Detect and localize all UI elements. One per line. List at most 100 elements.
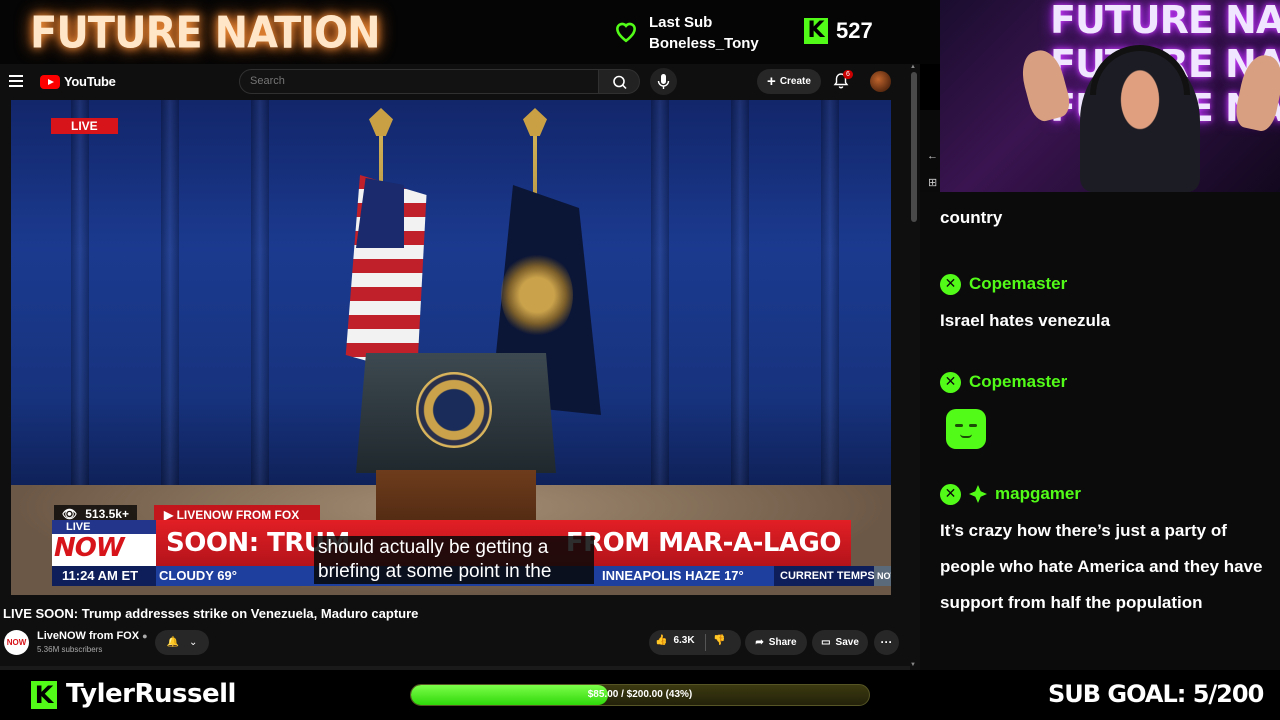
headline-right: FROM MAR-A-LAGO (565, 528, 842, 558)
create-button[interactable]: + Create (757, 69, 821, 94)
x-badge-icon: ✕ (940, 371, 961, 393)
mic-icon (657, 74, 670, 89)
streamer-name: TylerRussell (66, 679, 236, 709)
chat-user-row: ✕ Copemaster (940, 367, 1270, 397)
stream-title-logo: FUTURE NATION (30, 8, 381, 59)
donation-goal-bar: $85.00 / $200.00 (43%) (410, 684, 870, 706)
presidential-flag-seal (501, 250, 573, 340)
presidential-seal (416, 372, 492, 448)
x-badge-icon: ✕ (940, 483, 961, 505)
kick-logo-icon: K (31, 681, 57, 709)
like-dislike-group: 👍 6.3K 👎 (649, 630, 741, 655)
donation-goal-text: $85.00 / $200.00 (43%) (587, 689, 693, 700)
search-icon (613, 75, 627, 90)
channel-name-text: LiveNOW from FOX (37, 630, 140, 642)
last-sub-user: Boneless_Tony (649, 35, 759, 52)
search-button[interactable] (598, 69, 640, 94)
ticker-current-temps: CURRENT TEMPS (774, 566, 881, 586)
like-count: 6.3K (673, 635, 695, 646)
back-arrow-icon[interactable]: ← (927, 150, 938, 162)
chat-message: ✕ Copemaster Israel hates venezula (940, 269, 1270, 339)
share-button[interactable]: ➦ Share (745, 630, 807, 655)
notification-count-badge: 6 (843, 70, 853, 79)
ticker-now-logo: NOW (874, 566, 891, 586)
share-icon: ➦ (755, 637, 764, 648)
youtube-logo[interactable]: YouTube (40, 74, 116, 89)
livenow-now-label: NOW (54, 533, 125, 563)
chat-username[interactable]: mapgamer (995, 484, 1081, 504)
neon-sign-line: FUTURE NATION (1050, 0, 1280, 42)
last-sub-text: Last Sub Boneless_Tony (649, 12, 759, 54)
curtain-fold (161, 100, 179, 500)
chat-user-row: ✕ Copemaster (940, 269, 1270, 299)
curtain-fold (251, 100, 269, 500)
overlay-bottom-bar: K TylerRussell $85.00 / $200.00 (43%) SU… (0, 670, 1280, 720)
scroll-down-arrow[interactable]: ▼ (910, 662, 916, 668)
create-button-label: Create (779, 76, 811, 87)
channel-subscriber-count: 5.36M subscribers (37, 645, 103, 654)
chat-message-text: Israel hates venezula (940, 311, 1111, 330)
grid-icon[interactable]: ⊞ (928, 176, 937, 189)
search-input[interactable] (240, 70, 598, 92)
save-button[interactable]: ▭ Save (812, 630, 868, 655)
chat-user-row: ✕ mapgamer (940, 479, 1270, 509)
livenow-live-label: LIVE (52, 520, 156, 534)
kick-logo-icon: K (804, 18, 828, 44)
share-button-label: Share (768, 637, 797, 648)
webcam-feed: FUTURE NATION FUTURE NATION FUTURE NATIO… (940, 0, 1280, 192)
overlay-top-bar: FUTURE NATION Last Sub Boneless_Tony K 5… (0, 0, 940, 64)
chat-message: ✕ Copemaster (940, 367, 1270, 449)
chat-message: ✕ mapgamer It’s crazy how there’s just a… (940, 479, 1270, 621)
chat-message-text: It’s crazy how there’s just a party of p… (940, 521, 1263, 612)
verified-icon: ● (142, 631, 148, 641)
youtube-window: YouTube + Create 6 (0, 64, 920, 670)
flag-eagle (369, 108, 393, 136)
last-sub-label: Last Sub (649, 14, 713, 31)
voice-search-button[interactable] (650, 68, 677, 95)
ticker-weather-2: INNEAPOLIS HAZE 17° (602, 568, 744, 583)
bookmark-icon: ▭ (821, 637, 831, 648)
menu-icon[interactable] (9, 75, 23, 87)
chevron-down-icon: ⌄ (189, 637, 198, 648)
more-options-button[interactable]: ··· (874, 630, 899, 655)
chat-message-text: country (940, 208, 1003, 227)
chat-username[interactable]: Copemaster (969, 274, 1067, 294)
ticker-weather: CLOUDY 69° (159, 568, 237, 583)
sub-goal-text: SUB GOAL: 5/200 (1048, 680, 1264, 708)
closed-caption: should actually be getting a briefing at… (314, 536, 594, 584)
eye-icon: 👁 (62, 507, 78, 521)
scroll-up-arrow[interactable]: ▲ (910, 64, 916, 70)
channel-avatar[interactable]: NOW (4, 630, 29, 655)
ticker-time: 11:24 AM ET (52, 566, 156, 586)
youtube-logo-text: YouTube (64, 74, 116, 89)
dislike-button[interactable]: 👎 (713, 635, 725, 646)
curtain-fold (71, 100, 89, 500)
chat-username[interactable]: Copemaster (969, 372, 1067, 392)
last-sub-widget: Last Sub Boneless_Tony (613, 12, 759, 54)
livenow-logo-box: LIVE NOW (52, 520, 156, 566)
curtain-fold (651, 100, 669, 500)
green-face-emote (946, 409, 986, 449)
youtube-play-icon (40, 74, 60, 89)
viewer-count-value: 513.5k+ (85, 507, 129, 521)
follower-count: 527 (836, 18, 873, 43)
user-avatar[interactable] (870, 71, 891, 92)
channel-name[interactable]: LiveNOW from FOX ● (37, 630, 148, 642)
live-badge: LIVE (51, 118, 118, 134)
video-player[interactable]: LIVE 👁 513.5k+ ▶ LIVENOW FROM FOX LIVE N… (11, 100, 891, 595)
scrollbar-thumb[interactable] (911, 72, 917, 222)
subscription-bell-button[interactable]: 🔔 ⌄ (155, 630, 209, 655)
thumbs-up-icon: 👍 (655, 635, 668, 646)
emote-mouth (960, 434, 972, 438)
youtube-header: YouTube + Create 6 (0, 64, 910, 100)
x-badge-icon: ✕ (940, 273, 961, 295)
plus-icon: + (767, 72, 776, 90)
heart-icon (616, 22, 636, 43)
curtain-fold (821, 100, 839, 500)
follower-count-widget: K 527 (804, 18, 873, 44)
video-title: LIVE SOON: Trump addresses strike on Ven… (3, 606, 419, 621)
like-button[interactable]: 👍 6.3K (655, 635, 695, 646)
flag-eagle (523, 108, 547, 136)
divider (705, 634, 706, 651)
thumbs-down-icon: 👎 (713, 635, 726, 646)
